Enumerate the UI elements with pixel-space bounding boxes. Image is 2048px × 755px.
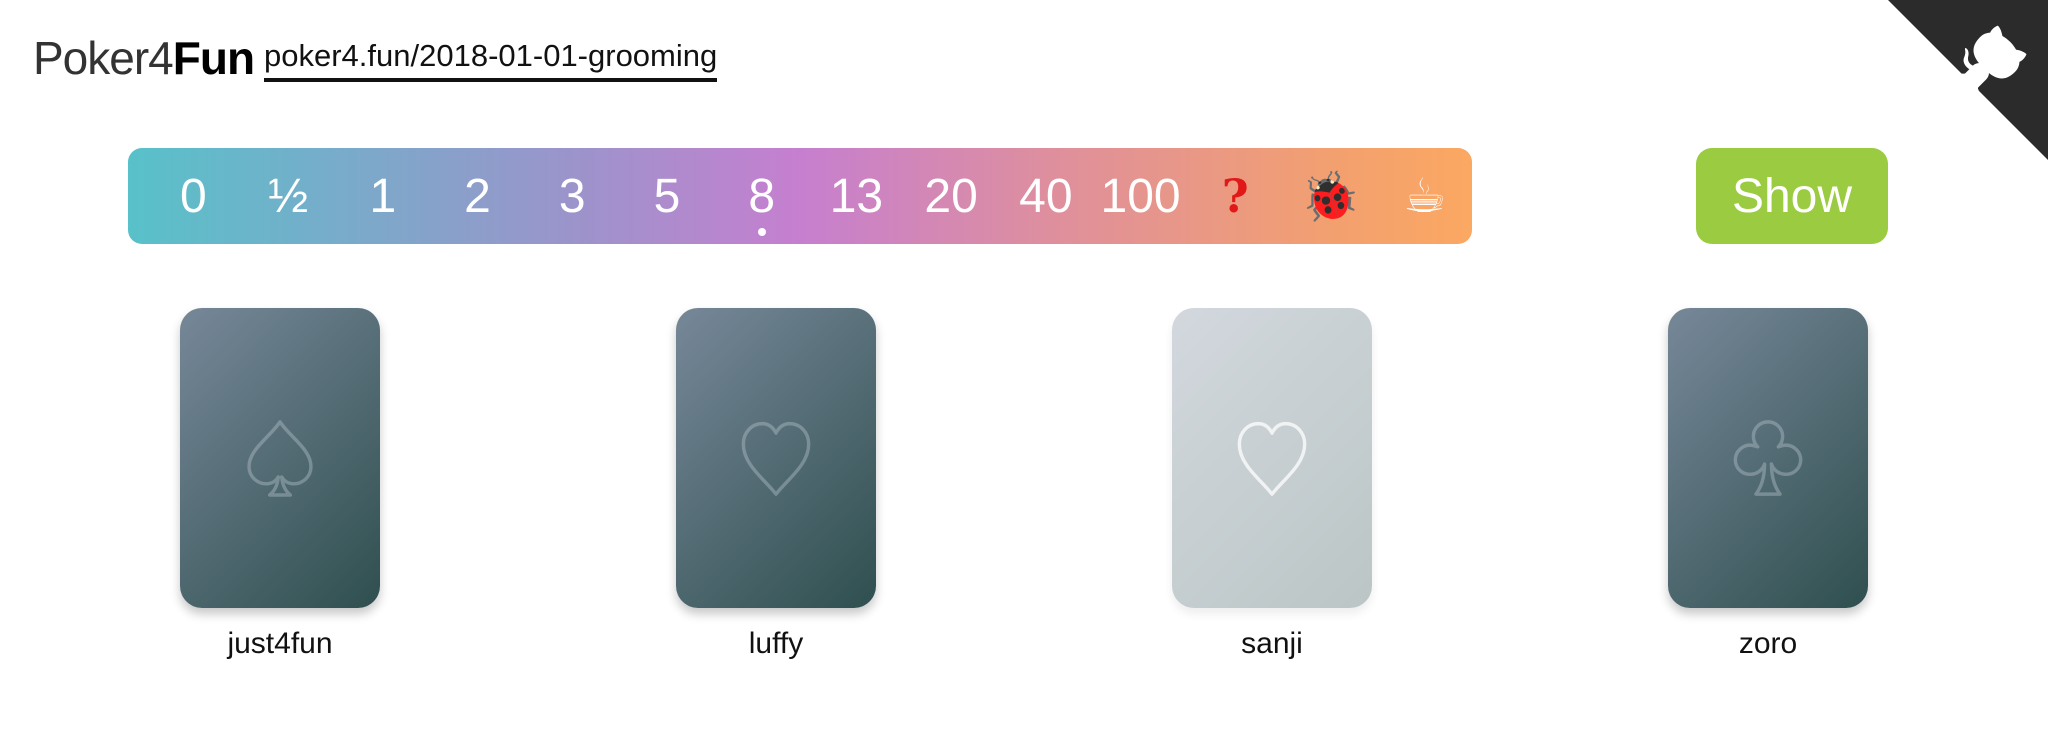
player-card: luffy	[676, 308, 876, 664]
player-card-face	[1172, 308, 1372, 608]
player-name: zoro	[1738, 627, 1798, 660]
player-card: sanji	[1172, 308, 1372, 664]
value-coffee[interactable]: ☕	[1377, 148, 1472, 244]
value-40-label: 40	[1019, 169, 1073, 223]
github-corner[interactable]	[1888, 0, 2048, 160]
value-3-label: 3	[558, 169, 586, 223]
value-5[interactable]: 5	[620, 148, 715, 244]
logo-bold-text: Fun	[172, 32, 255, 84]
show-button[interactable]: Show	[1696, 148, 1888, 244]
value-1-label: 1	[369, 169, 397, 223]
spade-icon	[247, 420, 313, 497]
coffee-icon: ☕	[1403, 170, 1447, 223]
value-1[interactable]: 1	[335, 148, 430, 244]
value-bug[interactable]: 🐞	[1283, 148, 1378, 244]
app-logo: Poker4Fun	[33, 28, 255, 88]
value-2[interactable]: 2	[430, 148, 525, 244]
room-link[interactable]: poker4.fun/2018-01-01-grooming	[264, 34, 718, 82]
value-3[interactable]: 3	[525, 148, 620, 244]
ladybug-icon: 🐞	[1300, 170, 1360, 224]
value-40[interactable]: 40	[998, 148, 1093, 244]
player-card: just4fun	[180, 308, 380, 664]
value-half[interactable]: ½	[241, 148, 336, 244]
value-100[interactable]: 100	[1093, 148, 1188, 244]
value-100-label: 100	[1100, 169, 1181, 223]
logo-light-text: Poker4	[33, 32, 174, 84]
heart-icon	[1237, 421, 1307, 496]
club-icon	[1733, 420, 1803, 496]
github-octocat-icon	[1888, 0, 2048, 160]
value-2-label: 2	[464, 169, 491, 223]
value-half-label: ½	[268, 169, 309, 223]
question-mark-icon: ?	[1221, 169, 1249, 223]
value-8-label: 8	[748, 169, 776, 223]
value-13-label: 13	[829, 169, 884, 223]
player-card-face	[1668, 308, 1868, 608]
card-value-selector: 0 ½ 1 2 3 5 8 13 20 40 100 ? 🐞 ☕	[128, 148, 1472, 244]
value-20[interactable]: 20	[904, 148, 999, 244]
value-13[interactable]: 13	[809, 148, 904, 244]
player-card: zoro	[1668, 308, 1868, 664]
player-name: sanji	[1241, 627, 1303, 660]
value-5-label: 5	[653, 169, 681, 223]
value-20-label: 20	[924, 169, 978, 223]
value-question[interactable]: ?	[1188, 148, 1283, 244]
heart-icon	[741, 421, 811, 496]
player-card-face	[180, 308, 380, 608]
player-card-face	[676, 308, 876, 608]
value-0-label: 0	[180, 169, 207, 223]
value-8[interactable]: 8	[714, 148, 809, 244]
selected-indicator-dot	[757, 228, 766, 236]
player-name: luffy	[748, 627, 804, 660]
value-0[interactable]: 0	[146, 148, 241, 244]
player-name: just4fun	[227, 627, 333, 660]
